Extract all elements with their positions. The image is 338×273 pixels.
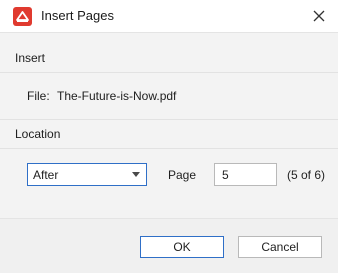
page-count: (5 of 6) [287, 168, 326, 182]
pdf-app-icon [13, 7, 32, 26]
insert-divider [0, 72, 338, 73]
insert-section-header: Insert [15, 51, 46, 65]
location-divider [0, 148, 338, 149]
dialog-footer: OK Cancel [0, 218, 338, 273]
title-bar: Insert Pages [0, 0, 338, 33]
close-button[interactable] [307, 4, 331, 28]
position-select[interactable]: After [27, 163, 147, 186]
section-divider [0, 119, 338, 120]
file-label: File: [27, 89, 50, 103]
insert-pages-dialog: Insert Pages Insert File: The-Future-is-… [0, 0, 338, 273]
ok-button[interactable]: OK [140, 236, 224, 258]
close-icon [313, 10, 325, 22]
dialog-title: Insert Pages [41, 8, 114, 23]
page-number-input[interactable] [214, 163, 277, 186]
location-section-header: Location [15, 127, 61, 141]
file-name: The-Future-is-Now.pdf [57, 89, 177, 103]
page-label: Page [168, 168, 197, 182]
cancel-button[interactable]: Cancel [238, 236, 322, 258]
position-select-value: After [33, 168, 59, 182]
chevron-down-icon [132, 172, 140, 177]
